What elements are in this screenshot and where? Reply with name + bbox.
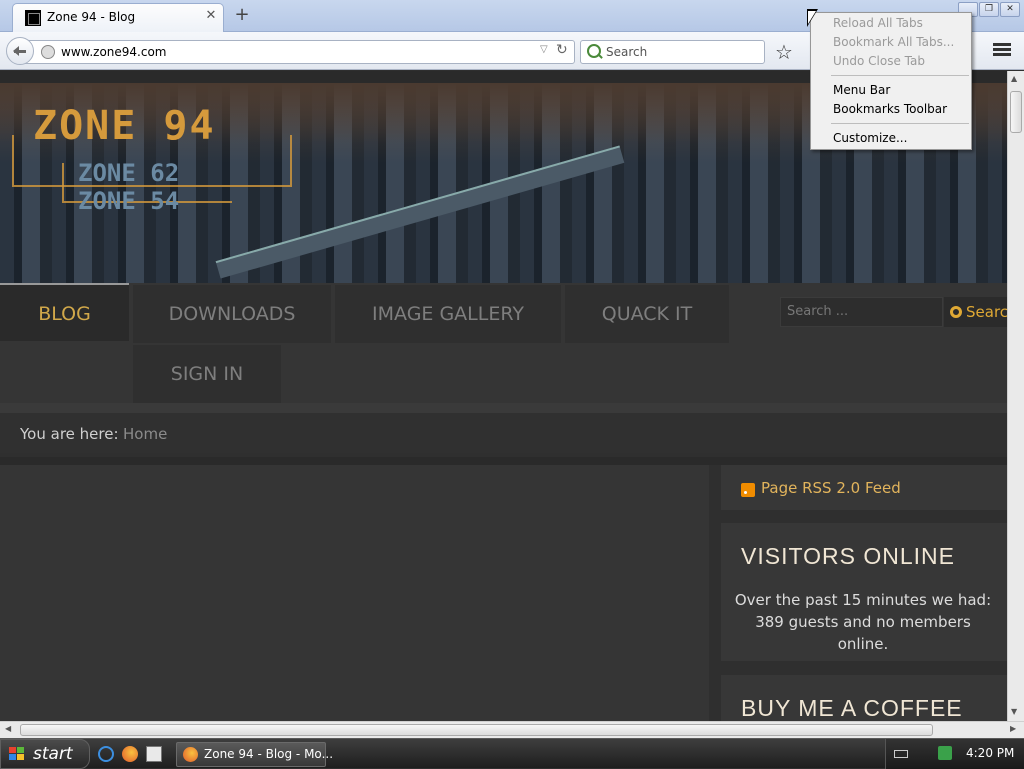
nav-blog[interactable]: BLOG [0, 283, 129, 341]
coffee-title: BUY ME A COFFEE [741, 695, 963, 721]
nav-downloads[interactable]: DOWNLOADS [133, 285, 331, 343]
bookmark-star-icon[interactable]: ☆ [775, 40, 793, 64]
visitors-module: VISITORS ONLINE Over the past 15 minutes… [721, 523, 1007, 661]
search-placeholder[interactable]: Search [606, 45, 647, 59]
taskbar: start Zone 94 - Blog - Mo... 4:20 PM [0, 738, 1024, 769]
search-icon [587, 44, 601, 58]
breadcrumb-home: Home [123, 425, 168, 443]
vertical-scrollbar[interactable]: ▲ ▼ [1007, 71, 1024, 721]
reload-icon[interactable]: ↻ [556, 42, 568, 58]
nav-quack-it[interactable]: QUACK IT [565, 285, 729, 343]
nav-sign-in[interactable]: SIGN IN [133, 345, 281, 403]
rss-module: Page RSS 2.0 Feed [721, 465, 1007, 510]
start-label: start [33, 744, 73, 764]
logo-subtitle: ZONE 54 [78, 187, 180, 215]
horizontal-scrollbar[interactable]: ◀ ▶ [0, 721, 1024, 738]
sidebar: Page RSS 2.0 Feed VISITORS ONLINE Over t… [721, 465, 1007, 721]
coffee-module: BUY ME A COFFEE [721, 675, 1007, 721]
menu-icon[interactable] [993, 43, 1011, 57]
show-desktop-icon[interactable] [146, 746, 162, 762]
internet-explorer-icon[interactable] [98, 746, 114, 762]
close-window-button[interactable]: ✕ [1000, 2, 1020, 17]
globe-icon [41, 45, 55, 59]
windows-logo-icon [9, 747, 25, 761]
menu-item-bookmark-all-tabs: Bookmark All Tabs... [833, 35, 955, 49]
back-button[interactable] [6, 37, 34, 65]
rss-feed-link[interactable]: Page RSS 2.0 Feed [761, 479, 901, 497]
site-search-button[interactable]: Search [944, 297, 1007, 327]
scroll-right-icon[interactable]: ▶ [1010, 724, 1016, 733]
site-search-input[interactable]: Search ... [780, 297, 943, 327]
url-text[interactable]: www.zone94.com [61, 45, 167, 59]
url-bar[interactable]: www.zone94.com ▽ ↻ [20, 40, 575, 64]
restore-button[interactable]: ❐ [979, 2, 999, 17]
menu-item-customize[interactable]: Customize... [833, 131, 907, 145]
horizontal-scroll-thumb[interactable] [20, 724, 933, 736]
taskbar-window-label: Zone 94 - Blog - Mo... [204, 747, 334, 761]
visitors-title: VISITORS ONLINE [741, 543, 955, 569]
history-dropdown-icon[interactable]: ▽ [540, 44, 548, 55]
main-menu: BLOG DOWNLOADS IMAGE GALLERY QUACK IT SI… [0, 283, 1007, 413]
scroll-up-icon[interactable]: ▲ [1011, 74, 1017, 83]
browser-tab[interactable]: Zone 94 - Blog ✕ [12, 3, 224, 32]
search-bar[interactable]: Search [580, 40, 765, 64]
menu-separator [831, 75, 969, 76]
keyboard-icon[interactable] [894, 750, 908, 758]
firefox-icon[interactable] [122, 746, 138, 762]
new-tab-button[interactable]: + [232, 6, 252, 26]
search-icon [950, 306, 962, 318]
menu-separator [831, 123, 969, 124]
firefox-icon [183, 747, 198, 762]
start-button[interactable]: start [0, 739, 90, 769]
breadcrumb: You are here: Home [0, 413, 1007, 453]
main-column [0, 465, 709, 721]
logo-subtitle: ZONE 62 [78, 159, 180, 187]
page-content: ZONE 94 ZONE 62 ZONE 54 BLOG DOWNLOADS I… [0, 71, 1007, 721]
site-logo[interactable]: ZONE 94 [33, 103, 216, 149]
taskbar-firefox-window[interactable]: Zone 94 - Blog - Mo... [176, 742, 333, 767]
menu-item-undo-close-tab: Undo Close Tab [833, 54, 925, 68]
clock[interactable]: 4:20 PM [966, 746, 1014, 760]
scroll-left-icon[interactable]: ◀ [5, 724, 11, 733]
menu-item-reload-all-tabs: Reload All Tabs [833, 16, 923, 30]
network-icon[interactable] [938, 746, 952, 760]
tab-bar-context-menu: Reload All Tabs Bookmark All Tabs... Und… [810, 12, 972, 150]
vertical-scroll-thumb[interactable] [1010, 91, 1022, 133]
site-favicon-icon [25, 10, 41, 26]
tab-title: Zone 94 - Blog [47, 10, 136, 24]
rss-icon [741, 483, 755, 497]
scroll-down-icon[interactable]: ▼ [1011, 707, 1017, 716]
nav-image-gallery[interactable]: IMAGE GALLERY [335, 285, 561, 343]
tab-close-icon[interactable]: ✕ [203, 8, 219, 24]
menu-item-bookmarks-toolbar[interactable]: Bookmarks Toolbar [833, 102, 947, 116]
breadcrumb-label: You are here: [20, 425, 119, 443]
menu-item-menu-bar[interactable]: Menu Bar [833, 83, 890, 97]
system-tray: 4:20 PM [885, 739, 1024, 769]
visitors-text: Over the past 15 minutes we had: 389 gue… [734, 591, 992, 653]
